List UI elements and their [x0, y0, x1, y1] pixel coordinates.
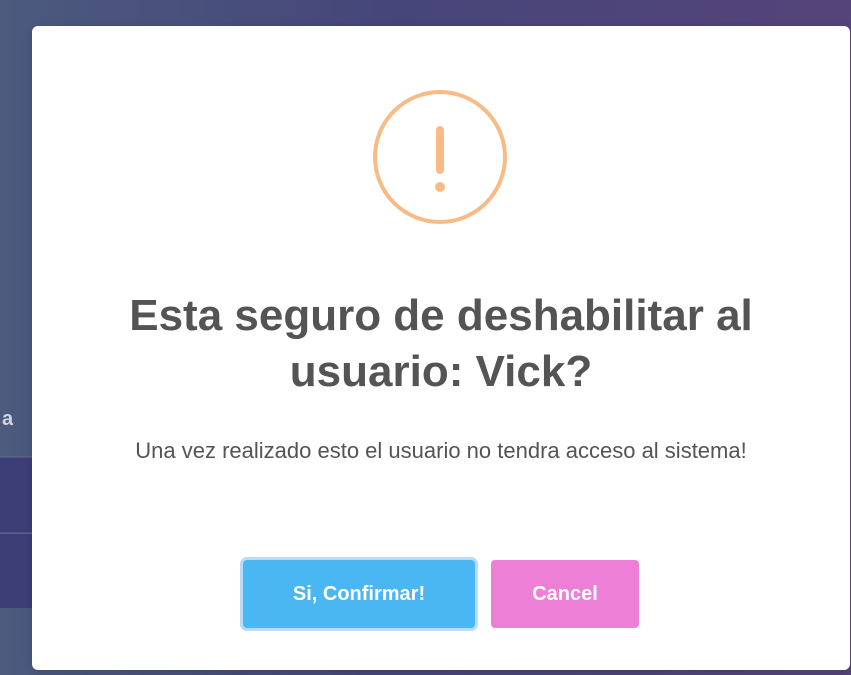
exclamation-dot [435, 182, 445, 192]
table-header-fragment: a [2, 408, 14, 430]
dialog-message: Una vez realizado esto el usuario no ten… [135, 438, 747, 463]
cancel-button[interactable]: Cancel [491, 560, 639, 628]
dialog-title: Esta seguro de deshabilitar al usuario: … [129, 291, 753, 396]
warning-icon [373, 90, 507, 224]
confirm-button[interactable]: Si, Confirmar! [243, 560, 475, 628]
exclamation-bar [436, 126, 444, 174]
confirm-dialog: Esta seguro de deshabilitar al usuario: … [32, 26, 850, 670]
